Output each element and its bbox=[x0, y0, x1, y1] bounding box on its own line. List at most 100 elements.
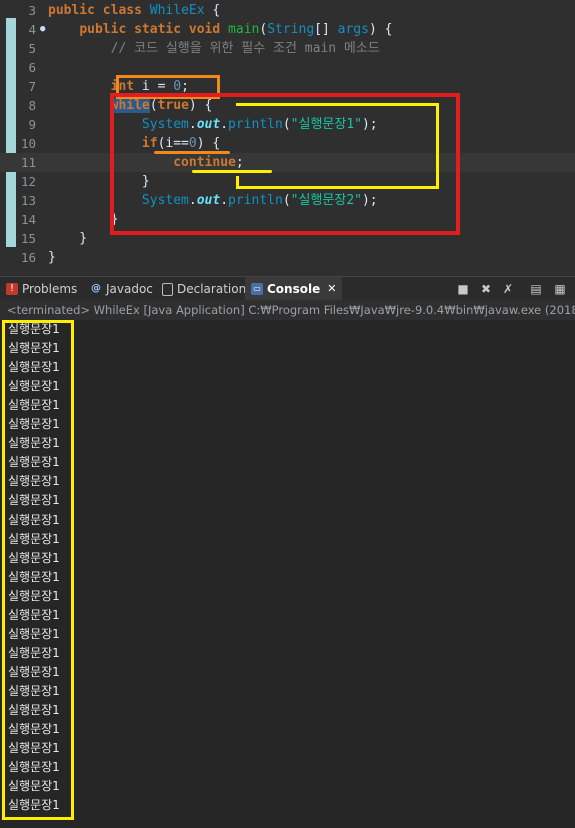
tab-problems[interactable]: ! Problems bbox=[6, 277, 77, 301]
code-token: { bbox=[204, 3, 221, 18]
code-token: ; bbox=[181, 79, 189, 94]
console-process-status: <terminated> WhileEx [Java Application] … bbox=[0, 300, 575, 320]
code-token: public bbox=[79, 22, 127, 37]
code-editor[interactable]: 3 public class WhileEx { 4 ● public static … bbox=[0, 0, 575, 268]
code-line[interactable]: 11 continue; bbox=[0, 153, 575, 172]
console-output-line: 실행문장1 bbox=[8, 626, 60, 641]
view-tab-bar: ! Problems @ Javadoc Declaration ▭ Conso… bbox=[0, 276, 575, 302]
code-token: System bbox=[141, 117, 189, 132]
line-number: 14 bbox=[20, 212, 36, 227]
console-output-line: 실행문장1 bbox=[8, 569, 60, 584]
console-output-line: 실행문장1 bbox=[8, 436, 60, 451]
code-token: . bbox=[188, 193, 197, 208]
console-output-line: 실행문장1 bbox=[8, 512, 60, 527]
console-output-line: 실행문장1 bbox=[8, 379, 60, 394]
code-token: out bbox=[196, 117, 221, 132]
code-text: public static void main(String[] args) { bbox=[48, 20, 392, 39]
code-text: System.out.println("실행문장1"); bbox=[48, 115, 378, 134]
remove-launch-icon[interactable]: ✖ bbox=[478, 281, 494, 297]
code-token: "실행문장1" bbox=[290, 117, 362, 132]
console-icon: ▭ bbox=[251, 283, 263, 295]
code-token: void bbox=[188, 22, 221, 37]
code-line[interactable]: 12 } bbox=[0, 172, 575, 191]
console-output-line: 실행문장1 bbox=[8, 493, 60, 508]
code-token: 0 bbox=[173, 79, 182, 94]
line-number: 5 bbox=[28, 41, 36, 56]
code-line[interactable]: 8 while(true) { bbox=[0, 96, 575, 115]
console-output-line: 실행문장1 bbox=[8, 550, 60, 565]
line-number: 16 bbox=[20, 250, 36, 265]
code-token: String bbox=[267, 22, 315, 37]
code-text: int i = 0; bbox=[48, 77, 189, 96]
line-number: 4 bbox=[28, 22, 36, 37]
word-wrap-icon[interactable]: ▦ bbox=[552, 281, 568, 297]
code-line[interactable]: 15 } bbox=[0, 229, 575, 248]
code-token: ( bbox=[282, 117, 291, 132]
console-output-line: 실행문장1 bbox=[8, 779, 60, 794]
console-output-line: 실행문장1 bbox=[8, 741, 60, 756]
code-line[interactable]: 9 System.out.println("실행문장1"); bbox=[0, 115, 575, 134]
code-line[interactable]: 6 bbox=[0, 58, 575, 77]
console-output-line: 실행문장1 bbox=[8, 455, 60, 470]
code-token: if bbox=[141, 136, 158, 151]
tab-console[interactable]: ▭ Console ✕ bbox=[245, 277, 343, 301]
code-token: } bbox=[48, 174, 150, 189]
code-token: while bbox=[110, 98, 150, 113]
console-output-line: 실행문장1 bbox=[8, 703, 60, 717]
console-output-line: 실행문장1 bbox=[8, 417, 60, 432]
console-output-line: 실행문장1 bbox=[8, 322, 60, 336]
code-line[interactable]: 14 } bbox=[0, 210, 575, 229]
tab-javadoc[interactable]: @ Javadoc bbox=[90, 277, 153, 301]
code-token: static bbox=[134, 22, 182, 37]
code-token: } bbox=[48, 212, 119, 227]
console-output-line: 실행문장1 bbox=[8, 341, 60, 356]
code-line[interactable]: 3 public class WhileEx { bbox=[0, 1, 575, 20]
code-token: true bbox=[157, 98, 189, 113]
remove-all-terminated-icon[interactable]: ✗ bbox=[500, 281, 516, 297]
console-output-line: 실행문장1 bbox=[8, 398, 60, 413]
code-text: // 코드 실행을 위한 필수 조건 main 메소드 bbox=[48, 39, 380, 58]
close-icon[interactable]: ✕ bbox=[327, 277, 336, 301]
code-line[interactable]: 10 if(i==0) { bbox=[0, 134, 575, 153]
code-line[interactable]: 5 // 코드 실행을 위한 필수 조건 main 메소드 bbox=[0, 39, 575, 58]
code-token: out bbox=[196, 193, 221, 208]
code-token: } bbox=[48, 231, 88, 246]
tab-declaration[interactable]: Declaration bbox=[162, 277, 246, 301]
code-token: ); bbox=[361, 193, 378, 208]
code-token: ) { bbox=[368, 22, 393, 37]
console-output-line: 실행문장1 bbox=[8, 760, 60, 775]
scroll-lock-icon[interactable]: ▤ bbox=[528, 281, 544, 297]
line-number: 12 bbox=[20, 174, 36, 189]
line-number: 8 bbox=[28, 98, 36, 113]
code-line[interactable]: 16} bbox=[0, 248, 575, 267]
code-token: ; bbox=[235, 155, 244, 170]
console-output-area[interactable]: 실행문장1 실행문장1 실행문장1 실행문장1 실행문장1 실행문장1 실행문장1 실행문장1… bbox=[0, 320, 575, 828]
code-token: (i== bbox=[157, 136, 189, 151]
code-token: . bbox=[188, 117, 197, 132]
code-line[interactable]: 7 int i = 0; bbox=[0, 77, 575, 96]
code-text: } bbox=[48, 248, 56, 267]
code-token: . bbox=[220, 193, 229, 208]
stop-icon[interactable]: ■ bbox=[455, 281, 471, 297]
code-line[interactable]: 4 ● public static void main(String[] args… bbox=[0, 20, 575, 39]
code-text: } bbox=[48, 229, 87, 248]
console-output-line: 실행문장1 bbox=[8, 683, 60, 698]
console-output-line: 실행문장1 bbox=[8, 664, 60, 679]
declaration-icon bbox=[162, 282, 173, 296]
line-number: 6 bbox=[28, 60, 36, 75]
code-text: } bbox=[48, 210, 119, 229]
code-line[interactable]: 13 System.out.println("실행문장2"); bbox=[0, 191, 575, 210]
line-number: 10 bbox=[20, 136, 36, 151]
override-marker-icon[interactable]: ● bbox=[40, 20, 45, 39]
